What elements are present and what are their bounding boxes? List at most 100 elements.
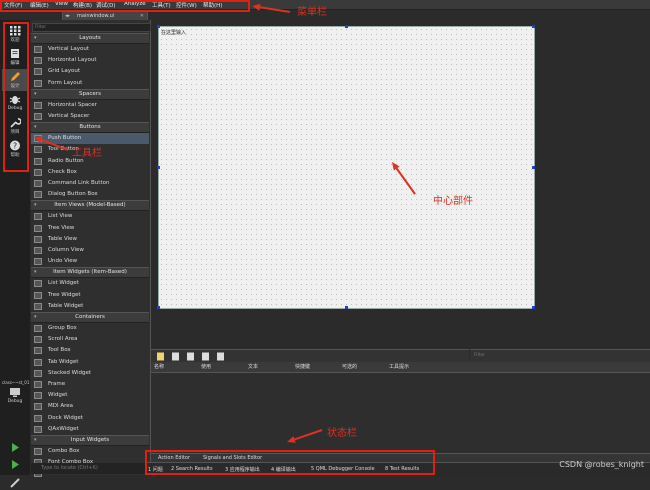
build-button[interactable] [2, 475, 28, 490]
kit-selector[interactable]: class~~st_01 Debug [2, 380, 29, 410]
column-header[interactable]: 工具提示 [389, 363, 409, 370]
column-header[interactable]: 名称 [154, 363, 164, 370]
widget-item[interactable]: List Widget [31, 278, 149, 289]
category-title: Item Views (Model-Based) [54, 202, 126, 209]
widget-item[interactable]: Scroll Area [31, 334, 149, 345]
widget-item[interactable]: Command Link Button [31, 178, 149, 189]
widget-icon [34, 146, 42, 154]
form-menu-input[interactable]: 在这里输入 [161, 29, 186, 36]
widget-item[interactable]: Dock Widget [31, 413, 149, 424]
category-header[interactable]: ▾ Item Widgets (Item-Based) [31, 267, 149, 279]
resize-handle[interactable] [532, 165, 535, 169]
document-tab-label: mainwindow.ui [77, 13, 115, 19]
close-icon[interactable]: ✕ [140, 13, 144, 19]
category-header[interactable]: ▾ Spacers [31, 88, 149, 100]
widget-filter-input[interactable]: Filter [32, 23, 151, 32]
category-header[interactable]: ▾ Containers [31, 312, 149, 323]
locate-input[interactable]: Type to locate (Ctrl+K) [31, 463, 149, 474]
widget-icon [34, 325, 42, 332]
toolbar-highlight [3, 22, 29, 172]
settings-icon[interactable] [216, 352, 225, 361]
run-button[interactable] [2, 440, 28, 455]
category-title: Containers [75, 314, 105, 320]
widget-item[interactable]: Form Layout [31, 78, 149, 89]
widget-item-label: Combo Box [48, 448, 80, 454]
widget-item[interactable]: Horizontal Layout [31, 55, 149, 66]
category-header[interactable]: ▾ Layouts [31, 33, 149, 44]
widget-item[interactable]: List View [31, 211, 149, 222]
widget-item[interactable]: Column View [31, 245, 149, 256]
widget-item[interactable]: MDI Area [31, 401, 149, 412]
widget-icon [34, 46, 42, 53]
widget-item[interactable]: Table Widget [31, 301, 149, 312]
column-header[interactable]: 文本 [248, 363, 258, 370]
column-header[interactable]: 可选的 [342, 363, 357, 370]
widget-item[interactable]: Combo Box [31, 446, 149, 457]
widget-item-label: Push Button [48, 135, 82, 142]
resize-handle[interactable] [344, 25, 348, 28]
debug-run-button[interactable] [2, 457, 28, 472]
widget-item-label: Dialog Button Box [48, 191, 98, 198]
category-header[interactable]: ▾ Buttons [31, 122, 149, 134]
resize-handle[interactable] [532, 306, 535, 309]
action-filter[interactable]: Filter [470, 349, 650, 363]
widget-item[interactable]: Grid Layout [31, 66, 149, 77]
widget-item[interactable]: Tab Widget [31, 357, 149, 368]
widget-item[interactable]: Push Button [31, 133, 149, 145]
column-header[interactable]: 使用 [201, 363, 211, 370]
delete-icon[interactable] [201, 352, 210, 361]
widget-icon [34, 68, 42, 76]
resize-handle[interactable] [532, 25, 535, 28]
resize-handle[interactable] [157, 306, 160, 309]
widget-item[interactable]: Group Box [31, 323, 149, 334]
annotation-toolbar: 工具栏 [72, 148, 102, 159]
resize-handle[interactable] [157, 165, 160, 169]
widget-item[interactable]: Stacked Widget [31, 368, 149, 379]
widget-item[interactable]: Tree Widget [31, 290, 149, 301]
widget-item[interactable]: Frame [31, 379, 149, 390]
widget-item[interactable]: Tree View [31, 223, 149, 234]
action-table-body[interactable] [151, 373, 650, 453]
widget-icon [34, 224, 42, 232]
widget-item-label: Dock Widget [48, 414, 83, 421]
build-icon [9, 477, 21, 488]
widget-icon [34, 191, 42, 199]
widget-item-label: Scroll Area [48, 336, 78, 343]
column-header[interactable]: 快捷键 [295, 363, 310, 370]
copy-icon[interactable] [171, 352, 180, 361]
action-table-header: 名称 使用 文本 快捷键 可选的 工具提示 [151, 362, 650, 373]
widget-item[interactable]: Check Box [31, 167, 149, 178]
widget-item[interactable]: Table View [31, 234, 149, 245]
resize-handle[interactable] [157, 25, 160, 28]
paste-icon[interactable] [186, 352, 195, 361]
resize-handle[interactable] [344, 306, 348, 309]
widget-item[interactable]: Horizontal Spacer [31, 100, 149, 111]
widget-item[interactable]: Widget [31, 390, 149, 401]
widget-icon [34, 369, 42, 377]
widget-item[interactable]: Tool Box [31, 345, 149, 356]
main-window-form[interactable]: 在这里输入 [157, 25, 535, 309]
menubar-highlight [0, 0, 250, 12]
widget-icon [34, 57, 42, 65]
category-header[interactable]: ▾ Input Widgets [31, 435, 149, 446]
chevron-down-icon: ▾ [34, 202, 37, 209]
chevron-down-icon: ▾ [34, 124, 37, 131]
widget-icon [34, 235, 42, 243]
widget-icon [34, 157, 42, 165]
new-action-icon[interactable] [156, 352, 165, 361]
kit-label: Debug [7, 399, 23, 404]
widget-item[interactable]: Vertical Layout [31, 44, 149, 55]
widget-item[interactable]: Undo View [31, 256, 149, 267]
widget-item-label: Horizontal Layout [48, 57, 97, 64]
category-title: Layouts [79, 35, 101, 41]
monitor-icon [9, 387, 21, 398]
back-icon[interactable]: ◂▸ [65, 13, 70, 19]
widget-icon [34, 302, 42, 310]
widget-item[interactable]: Vertical Spacer [31, 111, 149, 122]
chevron-down-icon: ▾ [34, 314, 37, 320]
widget-item[interactable]: Dialog Button Box [31, 189, 149, 200]
widget-item[interactable]: QAxWidget [31, 424, 149, 435]
widget-item-label: Check Box [48, 168, 77, 175]
widget-icon [34, 79, 42, 87]
category-header[interactable]: ▾ Item Views (Model-Based) [31, 200, 149, 212]
